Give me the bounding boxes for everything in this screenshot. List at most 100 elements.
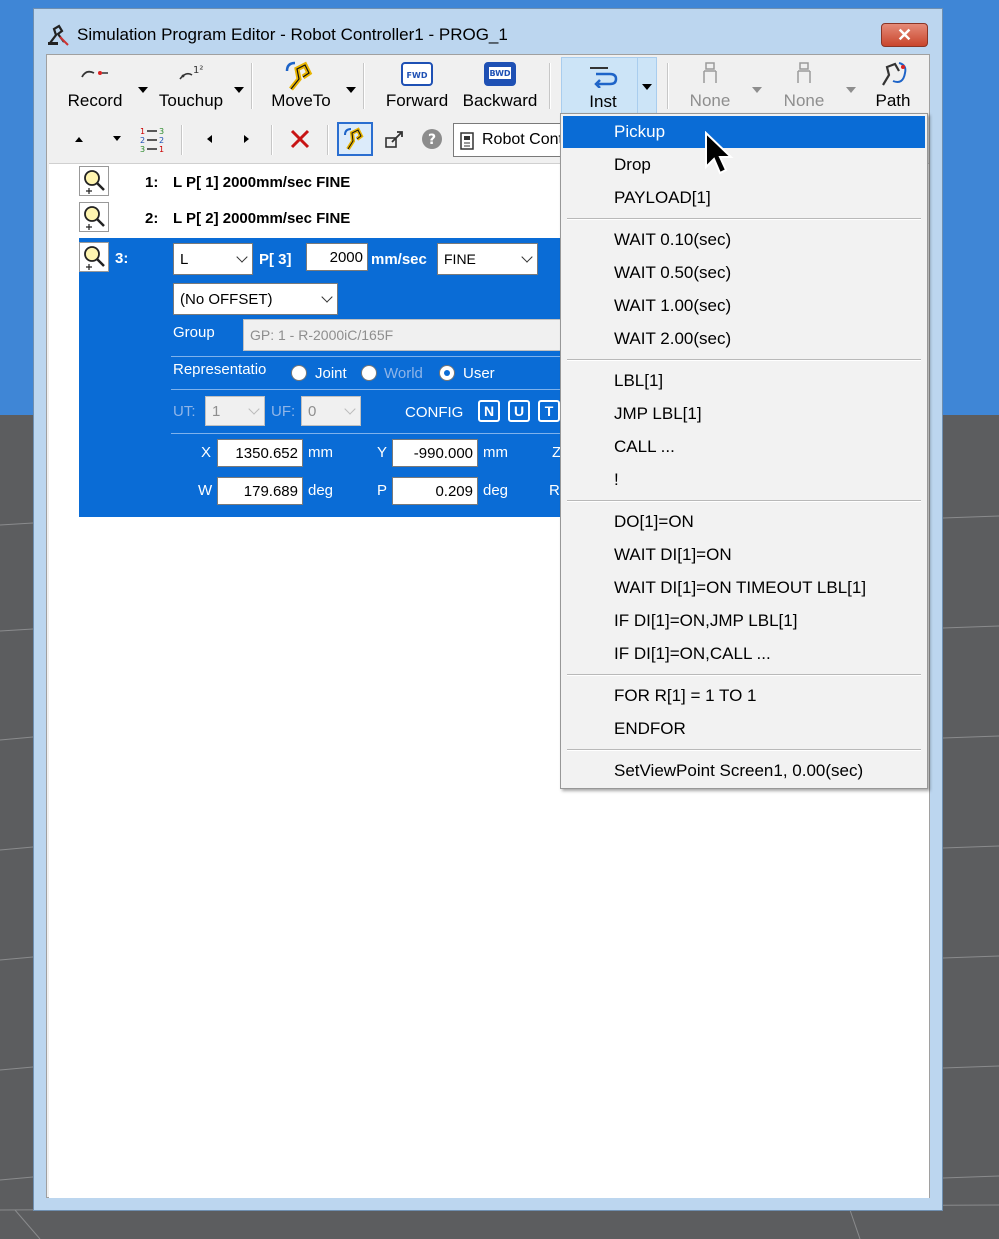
line-zoom-button[interactable] — [79, 242, 109, 272]
touchup-button[interactable]: 1² Touchup — [151, 59, 231, 113]
menu-item-wait-di-on[interactable]: WAIT DI[1]=ON — [563, 539, 925, 571]
close-button[interactable]: ✕ — [881, 23, 928, 47]
uf-select[interactable]: 0 — [301, 396, 361, 426]
line-zoom-button[interactable] — [79, 166, 109, 196]
moveto-dropdown-icon[interactable] — [346, 87, 356, 93]
motion-type-select[interactable]: L — [173, 243, 253, 275]
selected-line-editor: 3: L P[ 3] 2000 mm/sec FINE (No OFFSET) … — [79, 238, 603, 517]
magnifier-icon — [84, 206, 105, 230]
rep-joint-label: Joint — [315, 365, 347, 382]
termination-select[interactable]: FINE — [437, 243, 538, 275]
moveto-button[interactable]: MoveTo — [261, 59, 341, 113]
toolbar-separator — [327, 125, 329, 155]
program-line[interactable]: 2: L P[ 2] 2000mm/sec FINE — [79, 200, 599, 234]
speed-unit: mm/sec — [371, 251, 427, 268]
program-line[interactable]: 1: L P[ 1] 2000mm/sec FINE — [79, 164, 599, 198]
none-dropdown-icon-2[interactable] — [846, 87, 856, 93]
menu-item-setviewpoint[interactable]: SetViewPoint Screen1, 0.00(sec) — [563, 755, 925, 787]
ut-select[interactable]: 1 — [205, 396, 265, 426]
menu-item-wait-1-00[interactable]: WAIT 1.00(sec) — [563, 290, 925, 322]
menu-item-endfor[interactable]: ENDFOR — [563, 713, 925, 745]
title-bar[interactable]: Simulation Program Editor - Robot Contro… — [34, 9, 942, 53]
svg-text:?: ? — [428, 132, 436, 148]
robot-mode-toggle[interactable] — [337, 122, 373, 156]
rep-joint-radio[interactable] — [291, 365, 307, 381]
menu-item-for[interactable]: FOR R[1] = 1 TO 1 — [563, 680, 925, 712]
speed-input[interactable]: 2000 — [306, 243, 368, 271]
menu-item-wait-0-50[interactable]: WAIT 0.50(sec) — [563, 257, 925, 289]
record-button[interactable]: Record — [59, 59, 131, 113]
w-input[interactable]: 179.689 — [217, 477, 303, 505]
move-down-button[interactable] — [105, 123, 129, 155]
help-button[interactable]: ? — [417, 123, 447, 155]
toolbar-separator — [667, 63, 669, 109]
none-dropdown-icon-1[interactable] — [752, 87, 762, 93]
menu-item-wait-di-timeout[interactable]: WAIT DI[1]=ON TIMEOUT LBL[1] — [563, 572, 925, 604]
line-zoom-button[interactable] — [79, 202, 109, 232]
menu-item-comment[interactable]: ! — [563, 464, 925, 496]
triangle-down-icon — [113, 136, 121, 141]
menu-item-wait-0-10[interactable]: WAIT 0.10(sec) — [563, 224, 925, 256]
triangle-right-icon — [244, 135, 249, 143]
rep-user-radio[interactable] — [439, 365, 455, 381]
divider — [171, 356, 599, 357]
inst-icon — [590, 67, 618, 88]
x-input[interactable]: 1350.652 — [217, 439, 303, 467]
forward-button[interactable]: FWD Forward — [381, 59, 453, 113]
r-label: R — [549, 482, 560, 499]
x-unit: mm — [308, 444, 333, 461]
x-label: X — [201, 444, 212, 461]
path-label: Path — [875, 91, 911, 110]
p-input[interactable]: 0.209 — [392, 477, 478, 505]
menu-item-call[interactable]: CALL ... — [563, 431, 925, 463]
chevron-down-icon — [236, 251, 248, 263]
config-n-button[interactable]: N — [478, 400, 500, 422]
menu-item-wait-2-00[interactable]: WAIT 2.00(sec) — [563, 323, 925, 355]
menu-item-pickup[interactable]: Pickup — [563, 116, 925, 148]
path-button[interactable]: Path — [865, 59, 921, 113]
svg-text:2: 2 — [140, 136, 145, 145]
touchup-dropdown-icon[interactable] — [234, 87, 244, 93]
config-u-button[interactable]: U — [508, 400, 530, 422]
delete-button[interactable] — [285, 123, 315, 155]
record-dropdown-icon[interactable] — [138, 87, 148, 93]
renumber-button[interactable]: 1 2 3 3 2 1 — [137, 123, 171, 155]
w-unit: deg — [308, 482, 334, 499]
moveto-robot-icon — [285, 61, 313, 91]
inst-dropdown-button[interactable] — [637, 57, 657, 115]
menu-item-lbl[interactable]: LBL[1] — [563, 365, 925, 397]
edit-button[interactable] — [381, 123, 411, 155]
triangle-left-icon — [207, 135, 212, 143]
toolbar-separator — [271, 125, 273, 155]
robot-editor-icon — [48, 24, 69, 46]
y-unit: mm — [483, 444, 508, 461]
termination-value: FINE — [444, 251, 476, 267]
p-value: 0.209 — [435, 482, 473, 500]
none-button-2[interactable]: None — [769, 59, 839, 113]
gripper-icon — [703, 62, 717, 83]
offset-select[interactable]: (No OFFSET) — [173, 283, 338, 315]
inst-button[interactable]: Inst — [561, 57, 645, 115]
prev-button[interactable] — [199, 123, 219, 155]
menu-item-drop[interactable]: Drop — [563, 149, 925, 181]
config-t-button[interactable]: T — [538, 400, 560, 422]
menu-item-do-on[interactable]: DO[1]=ON — [563, 506, 925, 538]
chevron-down-icon — [344, 403, 356, 415]
menu-item-jmp-lbl[interactable]: JMP LBL[1] — [563, 398, 925, 430]
p-label: P — [377, 482, 388, 499]
menu-item-if-di-jmp[interactable]: IF DI[1]=ON,JMP LBL[1] — [563, 605, 925, 637]
menu-separator — [567, 674, 921, 676]
svg-text:1: 1 — [159, 145, 164, 153]
record-label: Record — [67, 91, 123, 110]
menu-item-if-di-call[interactable]: IF DI[1]=ON,CALL ... — [563, 638, 925, 670]
y-input[interactable]: -990.000 — [392, 439, 478, 467]
none-button-1[interactable]: None — [675, 59, 745, 113]
touchup-label: Touchup — [158, 91, 224, 110]
backward-button[interactable]: BWD Backward — [459, 59, 541, 113]
representation-label: Representatio — [173, 361, 267, 378]
next-button[interactable] — [237, 123, 257, 155]
move-up-button[interactable] — [67, 123, 91, 155]
group-select[interactable]: GP: 1 - R-2000iC/165F — [243, 319, 603, 351]
rep-world-radio[interactable] — [361, 365, 377, 381]
menu-item-payload[interactable]: PAYLOAD[1] — [563, 182, 925, 214]
